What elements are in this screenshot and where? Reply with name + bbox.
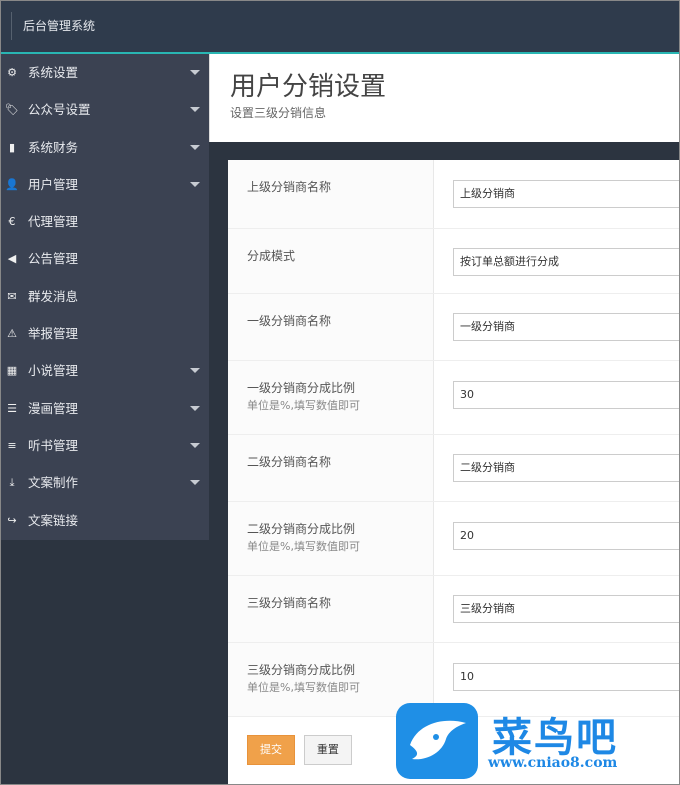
grid-icon: ▦ xyxy=(6,364,18,378)
warning-icon: ⚠ xyxy=(7,327,17,341)
tag-icon: 🏷 xyxy=(5,103,19,117)
user-icon: 👤 xyxy=(5,177,19,191)
submit-button[interactable]: 提交 xyxy=(247,735,295,765)
share-icon: ↪ xyxy=(7,513,17,527)
speaker-icon: ◀ xyxy=(7,252,17,266)
form-row: 一级分销商名称 一级分销商 xyxy=(228,294,680,361)
sidebar-item-finance[interactable]: ▮ 系统财务 xyxy=(0,129,209,166)
sidebar-item-reports[interactable]: ⚠ 举报管理 xyxy=(0,315,209,352)
sidebar-item-label: 文案链接 xyxy=(28,512,79,528)
sidebar-item-copywriting[interactable]: ⤓ 文案制作 xyxy=(0,464,209,501)
sidebar-item-label: 举报管理 xyxy=(28,326,79,342)
sidebar-item-audiobooks[interactable]: ≡ 听书管理 xyxy=(0,427,209,464)
form-row: 分成模式 按订单总额进行分成 xyxy=(228,229,680,294)
field-label: 二级分销商名称 xyxy=(228,435,434,501)
form-row: 一级分销商分成比例 单位是%,填写数值即可 30 xyxy=(228,361,680,435)
field-hint: 单位是%,填写数值即可 xyxy=(247,681,360,694)
sidebar-item-novels[interactable]: ▦ 小说管理 xyxy=(0,352,209,389)
caret-down-icon xyxy=(190,442,200,448)
download-icon: ⤓ xyxy=(9,476,15,490)
main-content: 用户分销设置 设置三级分销信息 上级分销商名称 上级分销商 分成模式 按订单总额… xyxy=(209,54,680,785)
page-header: 用户分销设置 设置三级分销信息 xyxy=(209,54,680,142)
sidebar-item-label: 文案制作 xyxy=(28,475,79,491)
watermark-url: www.cniao8.com xyxy=(488,755,618,771)
form-actions: 提交 重置 xyxy=(247,735,357,765)
form-row: 上级分销商名称 上级分销商 xyxy=(228,160,680,229)
page-subtitle: 设置三级分销信息 xyxy=(230,106,327,120)
field-label: 一级分销商名称 xyxy=(228,294,434,360)
sidebar-item-label: 听书管理 xyxy=(28,437,79,453)
sidebar-item-label: 用户管理 xyxy=(28,176,79,192)
bird-logo-icon xyxy=(396,703,478,779)
field-label: 二级分销商分成比例 单位是%,填写数值即可 xyxy=(228,502,434,575)
sidebar-item-label: 小说管理 xyxy=(28,363,79,379)
list-icon: ☰ xyxy=(7,401,17,415)
euro-icon: € xyxy=(8,215,16,229)
envelope-icon: ✉ xyxy=(7,289,17,303)
form-row: 二级分销商名称 二级分销商 xyxy=(228,435,680,502)
gear-icon: ⚙ xyxy=(7,66,17,79)
bird-icon xyxy=(410,720,466,760)
field-label: 一级分销商分成比例 单位是%,填写数值即可 xyxy=(228,361,434,434)
sidebar-item-label: 群发消息 xyxy=(28,288,79,304)
sidebar-item-announcements[interactable]: ◀ 公告管理 xyxy=(0,240,209,277)
sidebar-item-label: 代理管理 xyxy=(28,214,79,230)
caret-down-icon xyxy=(190,368,200,374)
caret-down-icon xyxy=(190,405,200,411)
page-title: 用户分销设置 xyxy=(230,72,387,102)
field-label: 上级分销商名称 xyxy=(228,160,434,228)
sidebar-item-label: 系统财务 xyxy=(28,139,79,155)
level3-ratio-input[interactable]: 10 xyxy=(453,663,680,691)
sidebar-item-label: 公众号设置 xyxy=(28,102,91,118)
sidebar-item-comics[interactable]: ☰ 漫画管理 xyxy=(0,390,209,427)
reset-button[interactable]: 重置 xyxy=(303,735,352,765)
field-hint: 单位是%,填写数值即可 xyxy=(247,540,360,553)
level1-ratio-input[interactable]: 30 xyxy=(453,381,680,409)
level3-name-input[interactable]: 三级分销商 xyxy=(453,595,680,623)
sidebar-item-mass-message[interactable]: ✉ 群发消息 xyxy=(0,278,209,315)
upper-distributor-name-input[interactable]: 上级分销商 xyxy=(453,180,680,208)
sidebar-empty-area xyxy=(0,540,209,785)
level1-name-input[interactable]: 一级分销商 xyxy=(453,313,680,341)
field-label: 三级分销商名称 xyxy=(228,576,434,642)
sidebar-item-official-account[interactable]: 🏷 公众号设置 xyxy=(0,91,209,128)
caret-down-icon xyxy=(190,70,200,75)
sidebar-item-users[interactable]: 👤 用户管理 xyxy=(0,166,209,203)
commission-mode-select[interactable]: 按订单总额进行分成 xyxy=(453,248,680,276)
caret-down-icon xyxy=(190,181,200,187)
distribution-form: 上级分销商名称 上级分销商 分成模式 按订单总额进行分成 一级分销商名称 一级分… xyxy=(228,160,680,785)
sidebar-item-system-settings[interactable]: ⚙ 系统设置 xyxy=(0,54,209,91)
bar-chart-icon: ▮ xyxy=(8,140,16,154)
equalizer-icon: ≡ xyxy=(7,438,17,452)
sidebar-item-label: 系统设置 xyxy=(28,65,79,80)
caret-down-icon xyxy=(190,144,200,150)
sidebar-item-copy-links[interactable]: ↪ 文案链接 xyxy=(0,502,209,539)
sidebar-item-label: 公告管理 xyxy=(28,251,79,267)
sidebar-item-agents[interactable]: € 代理管理 xyxy=(0,203,209,240)
field-hint: 单位是%,填写数值即可 xyxy=(247,399,360,412)
form-row: 三级分销商名称 三级分销商 xyxy=(228,576,680,643)
watermark: 菜鸟吧 www.cniao8.com xyxy=(396,703,680,779)
top-bar: 后台管理系统 xyxy=(0,0,680,54)
caret-down-icon xyxy=(190,107,200,113)
level2-name-input[interactable]: 二级分销商 xyxy=(453,454,680,482)
app-title: 后台管理系统 xyxy=(11,12,95,40)
form-row: 二级分销商分成比例 单位是%,填写数值即可 20 xyxy=(228,502,680,576)
field-label: 分成模式 xyxy=(228,229,434,293)
sidebar-item-label: 漫画管理 xyxy=(28,400,79,416)
level2-ratio-input[interactable]: 20 xyxy=(453,522,680,550)
caret-down-icon xyxy=(190,480,200,486)
sidebar: ⚙ 系统设置 🏷 公众号设置 ▮ 系统财务 👤 用户管理 € 代理管理 ◀ 公告… xyxy=(0,54,209,540)
